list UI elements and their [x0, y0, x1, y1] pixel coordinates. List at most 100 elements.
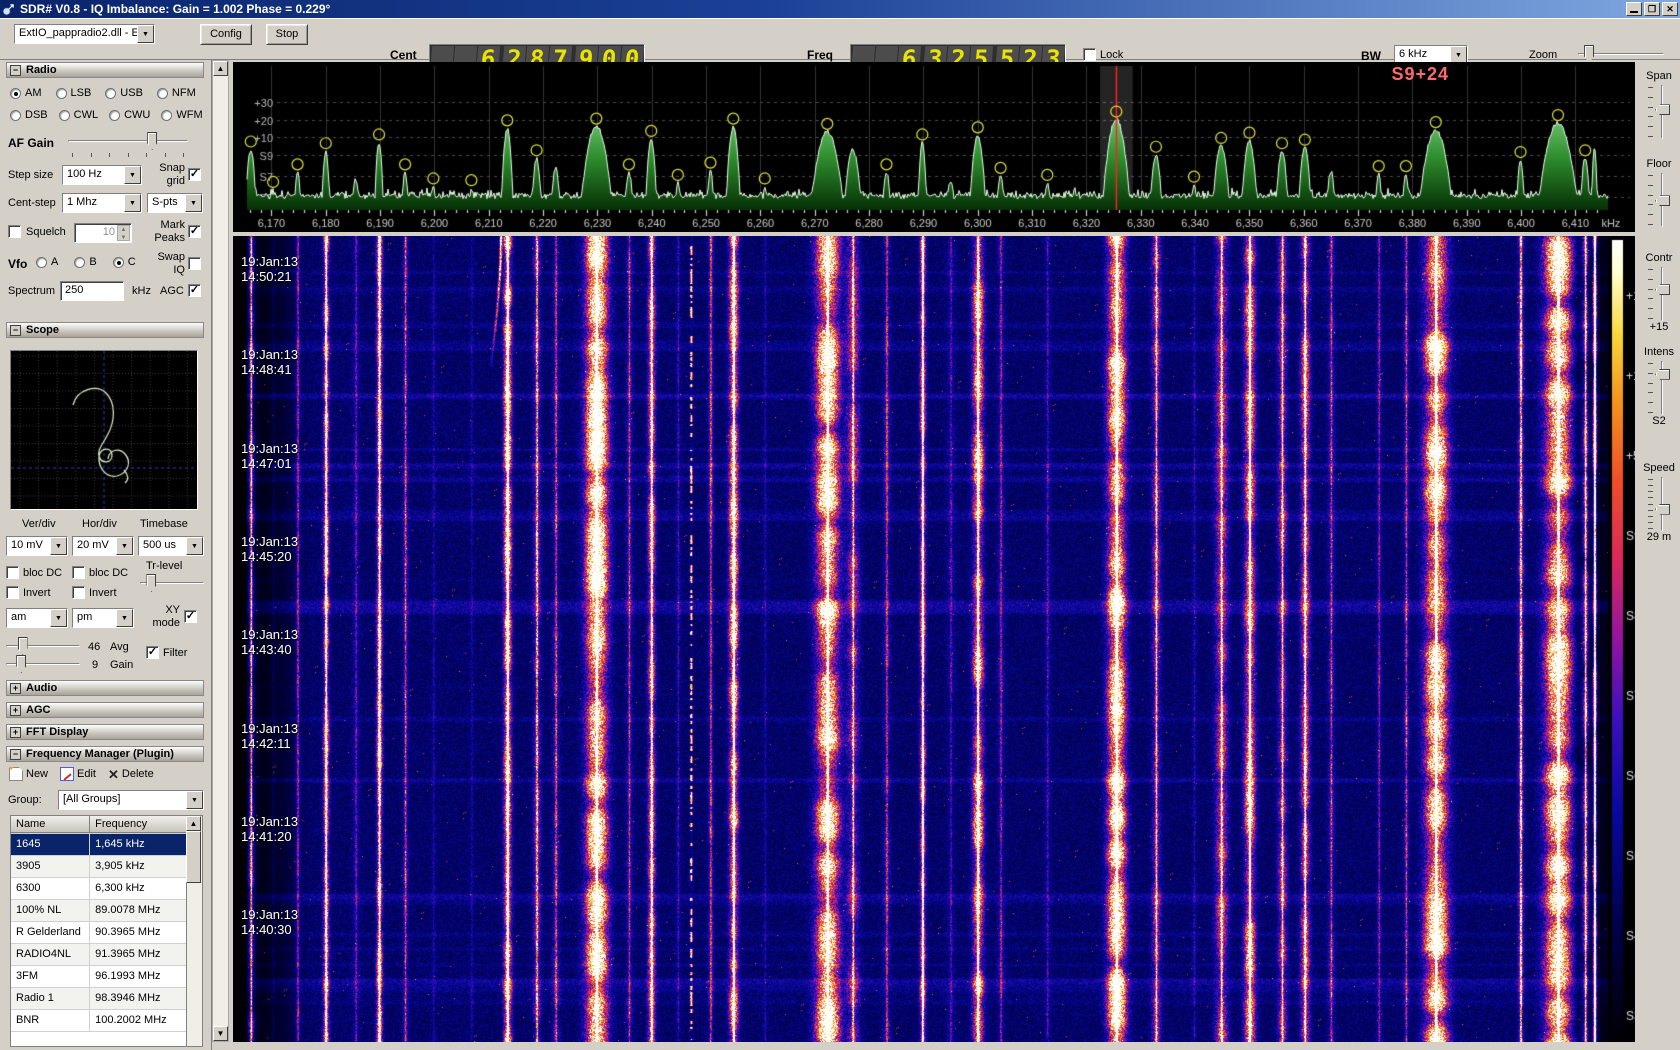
- xy-mode-checkbox[interactable]: [184, 610, 197, 623]
- chevron-down-icon[interactable]: ▼: [185, 194, 202, 212]
- af-gain-slider[interactable]: [68, 132, 188, 150]
- radio-icon[interactable]: [105, 88, 116, 99]
- section-header-freq-manager[interactable]: −Frequency Manager (Plugin): [6, 746, 204, 762]
- tr-level-slider[interactable]: [140, 574, 204, 592]
- gain-slider[interactable]: [6, 655, 80, 673]
- radio-icon[interactable]: [157, 88, 168, 99]
- vfo-c[interactable]: C: [113, 256, 136, 268]
- contr-slider[interactable]: [1640, 267, 1678, 321]
- section-header-audio[interactable]: +Audio: [6, 680, 204, 696]
- collapse-icon[interactable]: −: [10, 749, 21, 760]
- section-header-fft[interactable]: +FFT Display: [6, 724, 204, 740]
- section-header-agc[interactable]: +AGC: [6, 702, 204, 718]
- cent-step-select[interactable]: 1 Mhz ▼: [62, 193, 142, 213]
- zoom-slider-thumb[interactable]: [1584, 45, 1594, 63]
- chevron-down-icon[interactable]: ▼: [50, 609, 67, 627]
- table-row[interactable]: 3FM96.1993 MHz: [11, 966, 186, 988]
- table-row[interactable]: 100% NL89.0078 MHz: [11, 900, 186, 922]
- swap-iq-checkbox[interactable]: [188, 257, 201, 270]
- table-row[interactable]: RADIO4NL91.3965 MHz: [11, 944, 186, 966]
- timebase-select[interactable]: 500 us ▼: [138, 536, 204, 556]
- config-button[interactable]: Config: [200, 24, 252, 45]
- vfo-a[interactable]: A: [36, 256, 58, 268]
- expand-icon[interactable]: +: [10, 705, 21, 716]
- spts-select[interactable]: S-pts ▼: [147, 193, 203, 213]
- table-scrollbar-thumb[interactable]: [186, 831, 201, 883]
- chevron-down-icon[interactable]: ▼: [186, 791, 203, 809]
- invert-1-checkbox[interactable]: [6, 586, 19, 599]
- spectrum-analyzer[interactable]: S9+24: [233, 62, 1635, 232]
- radio-icon[interactable]: [161, 110, 172, 121]
- restore-button[interactable]: ❐: [1644, 2, 1660, 16]
- spectrum-span-input[interactable]: 250: [60, 281, 124, 301]
- mode-am[interactable]: AM: [10, 87, 42, 99]
- chevron-down-icon[interactable]: ▼: [124, 194, 141, 212]
- source-select[interactable]: ExtIO_pappradio2.dll - ExtIO_ ▼: [14, 24, 155, 44]
- table-row[interactable]: 63006,300 kHz: [11, 878, 186, 900]
- chevron-down-icon[interactable]: ▼: [116, 609, 133, 627]
- edit-button[interactable]: Edit: [57, 766, 99, 782]
- chevron-down-icon[interactable]: ▼: [186, 537, 203, 555]
- invert-2-checkbox[interactable]: [72, 586, 85, 599]
- panel-scrollbar[interactable]: ▲ ▼: [212, 60, 229, 1042]
- radio-icon[interactable]: [10, 110, 21, 121]
- avg-thumb[interactable]: [18, 637, 28, 655]
- waterfall-canvas[interactable]: [233, 236, 1635, 1042]
- span-slider[interactable]: [1640, 85, 1678, 139]
- lock-checkbox[interactable]: [1083, 48, 1096, 61]
- expand-icon[interactable]: +: [10, 683, 21, 694]
- radio-icon[interactable]: [74, 257, 85, 268]
- collapse-icon[interactable]: −: [10, 65, 21, 76]
- scroll-down-icon[interactable]: ▼: [213, 1026, 228, 1041]
- squelch-value-spinner[interactable]: 10 ▲▼: [74, 223, 132, 243]
- bloc-dc-1-checkbox[interactable]: [6, 566, 19, 579]
- agc-checkbox[interactable]: [188, 284, 201, 297]
- tr-level-thumb[interactable]: [146, 574, 156, 592]
- mode-cwu[interactable]: CWU: [109, 109, 150, 121]
- slider-thumb[interactable]: [1655, 369, 1670, 380]
- avg-track[interactable]: [6, 645, 80, 647]
- stop-button[interactable]: Stop: [266, 24, 308, 45]
- hordiv-select[interactable]: 20 mV ▼: [72, 536, 134, 556]
- radio-icon[interactable]: [36, 257, 47, 268]
- table-row[interactable]: 39053,905 kHz: [11, 856, 186, 878]
- expand-icon[interactable]: +: [10, 727, 21, 738]
- intens-slider[interactable]: [1640, 361, 1678, 415]
- channel1-mode-select[interactable]: am ▼: [6, 608, 68, 628]
- mode-dsb[interactable]: DSB: [10, 109, 48, 121]
- zoom-slider[interactable]: [1578, 45, 1664, 63]
- chevron-down-icon[interactable]: ▼: [137, 25, 154, 43]
- bloc-dc-2-checkbox[interactable]: [72, 566, 85, 579]
- af-gain-thumb[interactable]: [147, 132, 157, 150]
- mode-nfm[interactable]: NFM: [157, 87, 196, 99]
- spectrum-canvas[interactable]: [233, 62, 1635, 232]
- waterfall-display[interactable]: 19:Jan:13 14:50:2119:Jan:13 14:48:4119:J…: [233, 236, 1635, 1042]
- spinner-arrows[interactable]: ▲▼: [117, 225, 130, 241]
- af-gain-track[interactable]: [68, 140, 188, 142]
- radio-icon[interactable]: [59, 110, 70, 121]
- slider-thumb[interactable]: [1655, 284, 1670, 295]
- scroll-up-icon[interactable]: ▲: [213, 61, 228, 76]
- section-header-radio[interactable]: −Radio: [6, 62, 204, 78]
- filter-checkbox[interactable]: [146, 646, 159, 659]
- mark-peaks-checkbox[interactable]: [188, 225, 201, 238]
- snap-grid-checkbox[interactable]: [188, 168, 201, 181]
- mode-usb[interactable]: USB: [105, 87, 143, 99]
- column-header-name[interactable]: Name: [11, 816, 90, 833]
- speed-slider[interactable]: [1640, 477, 1678, 531]
- minimize-button[interactable]: [1626, 2, 1642, 16]
- radio-icon[interactable]: [113, 257, 124, 268]
- chevron-down-icon[interactable]: ▼: [116, 537, 133, 555]
- gain-thumb[interactable]: [16, 655, 26, 673]
- column-header-frequency[interactable]: Frequency: [90, 816, 186, 833]
- section-header-scope[interactable]: −Scope: [6, 322, 204, 338]
- step-size-select[interactable]: 100 Hz ▼: [62, 165, 142, 185]
- slider-thumb[interactable]: [1655, 504, 1670, 515]
- mode-wfm[interactable]: WFM: [161, 109, 202, 121]
- mode-lsb[interactable]: LSB: [56, 87, 92, 99]
- radio-icon[interactable]: [109, 110, 120, 121]
- mode-cwl[interactable]: CWL: [59, 109, 98, 121]
- table-row[interactable]: BNR100.2002 MHz: [11, 1010, 186, 1032]
- slider-thumb[interactable]: [1655, 195, 1670, 206]
- collapse-icon[interactable]: −: [10, 325, 21, 336]
